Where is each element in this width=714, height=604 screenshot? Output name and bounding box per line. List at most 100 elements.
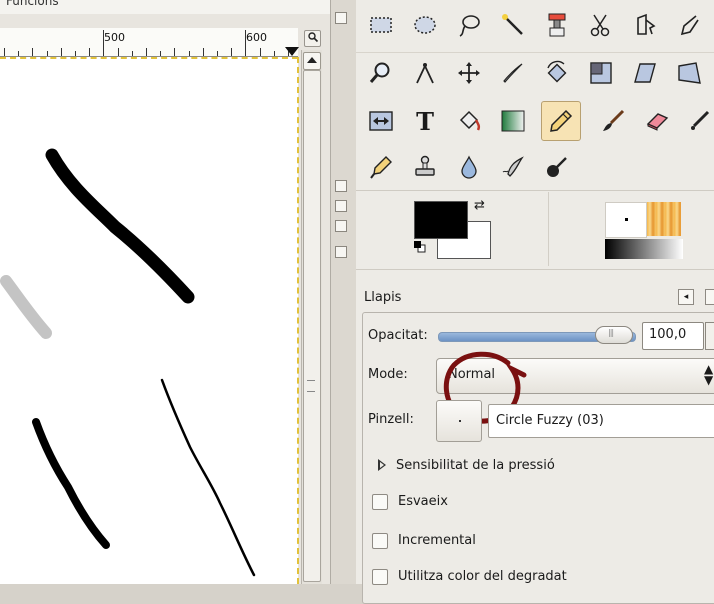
compass-icon: [416, 63, 434, 84]
color-area-divider: [548, 192, 549, 266]
eraser-icon: [646, 113, 669, 131]
tool-foreground-select[interactable]: [628, 8, 662, 42]
foreground-color-swatch[interactable]: [414, 201, 468, 239]
menu-item-funcions[interactable]: Funcions: [6, 0, 59, 8]
tool-pencil[interactable]: [541, 101, 581, 141]
tool-fuzzy-select[interactable]: [496, 8, 530, 42]
paintbrush-icon: [603, 109, 625, 131]
pencil-icon: [550, 109, 573, 132]
tool-dodge-burn[interactable]: [540, 150, 574, 184]
medium-black-stroke: [32, 418, 110, 549]
panel-menu-button[interactable]: [705, 289, 714, 305]
ruler-tick: [4, 48, 5, 56]
incremental-label[interactable]: Incremental: [398, 533, 476, 548]
scalpel-icon: [503, 63, 523, 83]
zoom-button[interactable]: [304, 30, 321, 47]
collapse-left-icon[interactable]: ◂: [678, 289, 694, 305]
shear-icon: [634, 63, 656, 83]
tool-blur[interactable]: [452, 150, 486, 184]
tool-paintbrush[interactable]: [596, 104, 630, 138]
dock-icon[interactable]: [335, 12, 347, 24]
dock-checkbox[interactable]: [335, 220, 347, 232]
tool-options-title: Llapis: [364, 290, 402, 305]
text-icon: T: [416, 106, 434, 136]
ruler-position-marker: [285, 47, 299, 56]
active-pattern-preview[interactable]: [647, 202, 681, 236]
tool-scale[interactable]: [584, 56, 618, 90]
tool-eraser[interactable]: [640, 104, 674, 138]
tool-airbrush[interactable]: [684, 104, 714, 138]
magnifier-icon: [369, 62, 390, 83]
dock-checkbox[interactable]: [335, 180, 347, 192]
opacity-spinner[interactable]: [705, 322, 714, 350]
tool-bucket-fill[interactable]: [452, 104, 486, 138]
active-brush-preview[interactable]: [605, 202, 647, 238]
ruler-tick: [89, 48, 91, 56]
incremental-checkbox[interactable]: [372, 533, 388, 549]
ruler-tick: [117, 48, 119, 56]
tool-rotate[interactable]: [540, 56, 574, 90]
dock-checkbox[interactable]: [335, 200, 347, 212]
opacity-input[interactable]: 100,0: [642, 322, 704, 350]
ruler-tick: [188, 51, 190, 56]
fade-label[interactable]: Esvaeix: [398, 494, 448, 509]
tool-free-select[interactable]: [452, 8, 486, 42]
rect-select-icon: [370, 17, 392, 33]
ruler-tick: [259, 48, 261, 56]
tool-rect-select[interactable]: [364, 8, 398, 42]
lasso-icon: [459, 15, 480, 37]
tool-ink[interactable]: [364, 150, 398, 184]
dropdown-arrows-icon: ▲ ▼: [704, 362, 714, 387]
tool-zoom[interactable]: [364, 56, 398, 90]
tool-scissors[interactable]: [584, 8, 618, 42]
ruler-tick: [146, 48, 147, 56]
ruler-tick: [46, 51, 48, 56]
tool-perspective[interactable]: [672, 56, 706, 90]
opacity-label: Opacitat:: [368, 328, 428, 343]
dock-button[interactable]: [335, 246, 347, 258]
tool-ellipse-select[interactable]: [408, 8, 442, 42]
dock-sidebar-fragment: [330, 0, 357, 584]
active-gradient-preview[interactable]: [605, 239, 683, 259]
ruler-tick: [273, 51, 275, 56]
scroll-up-button[interactable]: [303, 52, 321, 70]
brush-chooser-button[interactable]: [436, 400, 482, 442]
tool-crop[interactable]: [496, 56, 530, 90]
ruler-tick: [160, 51, 162, 56]
tool-paths[interactable]: [672, 8, 706, 42]
drawing-canvas[interactable]: [0, 57, 298, 584]
default-colors-icon[interactable]: [414, 241, 426, 253]
tool-flip[interactable]: [364, 104, 398, 138]
blur-drop-icon: [461, 155, 477, 179]
expander-arrow-icon[interactable]: [378, 459, 386, 471]
tool-clone[interactable]: [408, 150, 442, 184]
ruler-tick: [60, 48, 62, 56]
pressure-sensitivity-expander[interactable]: Sensibilitat de la pressió: [396, 458, 555, 473]
opacity-slider-handle[interactable]: [595, 326, 633, 344]
scrollbar-grip: [307, 380, 315, 392]
use-gradient-color-checkbox[interactable]: [372, 569, 388, 585]
tool-shear[interactable]: [628, 56, 662, 90]
tool-text[interactable]: T: [408, 104, 442, 138]
scrollbar-thumb[interactable]: [303, 70, 321, 582]
foreground-select-icon: [637, 13, 656, 35]
smudge-icon: [502, 156, 524, 177]
flip-icon: [369, 111, 393, 131]
ruler-tick: [174, 48, 176, 56]
paths-icon: [680, 15, 699, 36]
magic-wand-icon: [502, 14, 523, 35]
airbrush-icon: [691, 110, 710, 130]
layer-boundary-top: [0, 57, 298, 59]
magnifier-icon: [307, 32, 318, 43]
tool-measure[interactable]: [408, 56, 442, 90]
use-gradient-color-label[interactable]: Utilitza color del degradat: [398, 569, 567, 584]
tool-smudge[interactable]: [496, 150, 530, 184]
ellipse-select-icon: [414, 16, 436, 34]
tool-color-select[interactable]: [540, 8, 574, 42]
horizontal-ruler[interactable]: 500 600: [0, 28, 298, 57]
ruler-tick: [32, 48, 34, 56]
tool-move[interactable]: [452, 56, 486, 90]
tool-blend[interactable]: [496, 104, 530, 138]
fade-checkbox[interactable]: [372, 494, 388, 510]
swap-colors-icon[interactable]: ⇄: [474, 198, 485, 213]
